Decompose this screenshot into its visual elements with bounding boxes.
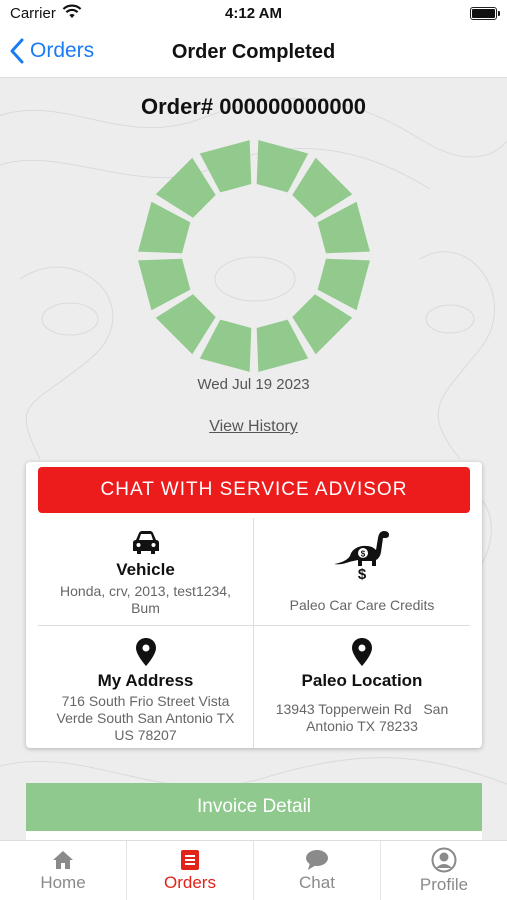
car-icon bbox=[132, 531, 159, 554]
tab-bar: Home Orders Chat Profile bbox=[0, 840, 507, 900]
location-pin-icon bbox=[135, 638, 156, 666]
chat-with-service-advisor-button[interactable]: CHAT WITH SERVICE ADVISOR bbox=[38, 467, 470, 513]
back-button-label: Orders bbox=[30, 39, 95, 62]
my-address-cell[interactable]: My Address 716 South Frio Street Vista V… bbox=[38, 637, 253, 744]
paleo-location-cell[interactable]: Paleo Location 13943 Topperwein Rd San A… bbox=[254, 637, 470, 735]
location-pin-icon bbox=[352, 638, 372, 666]
progress-segment bbox=[292, 157, 353, 218]
my-address-line2: Verde South San Antonio TX bbox=[56, 710, 235, 726]
tab-home-label: Home bbox=[40, 873, 86, 892]
order-info-card: CHAT WITH SERVICE ADVISOR Vehicle Honda,… bbox=[26, 462, 482, 748]
orders-icon bbox=[181, 850, 199, 870]
tab-profile[interactable]: Profile bbox=[381, 841, 507, 900]
order-progress-ring bbox=[138, 140, 370, 372]
credits-label: Paleo Car Care Credits bbox=[289, 597, 435, 613]
order-content[interactable]: Order# 000000000000 Wed Jul 19 2023 View… bbox=[0, 79, 507, 840]
credits-currency-symbol: $ bbox=[357, 566, 367, 583]
progress-segment bbox=[155, 157, 216, 218]
vehicle-cell[interactable]: Vehicle Honda, crv, 2013, test1234, Bum bbox=[38, 530, 253, 617]
tab-orders-label: Orders bbox=[164, 873, 216, 892]
home-icon bbox=[53, 851, 73, 869]
tab-chat[interactable]: Chat bbox=[254, 841, 381, 900]
vehicle-title: Vehicle bbox=[116, 560, 175, 579]
tab-profile-label: Profile bbox=[419, 875, 469, 894]
order-number: Order# 000000000000 bbox=[140, 94, 367, 119]
my-address-line1: 716 South Frio Street Vista bbox=[61, 693, 230, 709]
progress-segment bbox=[155, 294, 216, 355]
order-date: Wed Jul 19 2023 bbox=[197, 376, 310, 393]
svg-text:$: $ bbox=[361, 550, 366, 559]
back-button[interactable]: Orders bbox=[10, 38, 94, 64]
paleo-location-line2: Antonio TX 78233 bbox=[306, 718, 418, 734]
paleo-credits-cell[interactable]: $ $ Paleo Car Care Credits bbox=[254, 528, 470, 614]
tab-home[interactable]: Home bbox=[0, 841, 127, 900]
invoice-detail-button[interactable]: Invoice Detail bbox=[26, 783, 482, 831]
tab-orders[interactable]: Orders bbox=[127, 841, 254, 900]
status-bar: Carrier 4:12 AM bbox=[0, 0, 507, 28]
chevron-left-icon bbox=[10, 38, 24, 64]
dinosaur-icon: $ bbox=[334, 531, 389, 566]
grid-divider-horizontal bbox=[38, 625, 470, 626]
chat-icon bbox=[306, 850, 328, 870]
my-address-line3: US 78207 bbox=[114, 727, 177, 743]
vehicle-details-line2: Bum bbox=[131, 600, 160, 616]
view-history-link[interactable]: View History bbox=[0, 418, 507, 436]
paleo-location-line1: 13943 Topperwein Rd San bbox=[275, 701, 449, 717]
invoice-detail-panel bbox=[26, 831, 482, 840]
tab-chat-label: Chat bbox=[299, 873, 335, 892]
profile-icon bbox=[431, 847, 457, 873]
vehicle-details-line1: Honda, crv, 2013, test1234, bbox=[60, 583, 231, 599]
battery-icon bbox=[470, 7, 500, 20]
progress-segment bbox=[292, 294, 353, 355]
clock: 4:12 AM bbox=[225, 5, 282, 22]
navigation-bar: Orders Order Completed bbox=[0, 28, 507, 78]
paleo-location-title: Paleo Location bbox=[301, 671, 423, 690]
my-address-title: My Address bbox=[97, 671, 194, 690]
